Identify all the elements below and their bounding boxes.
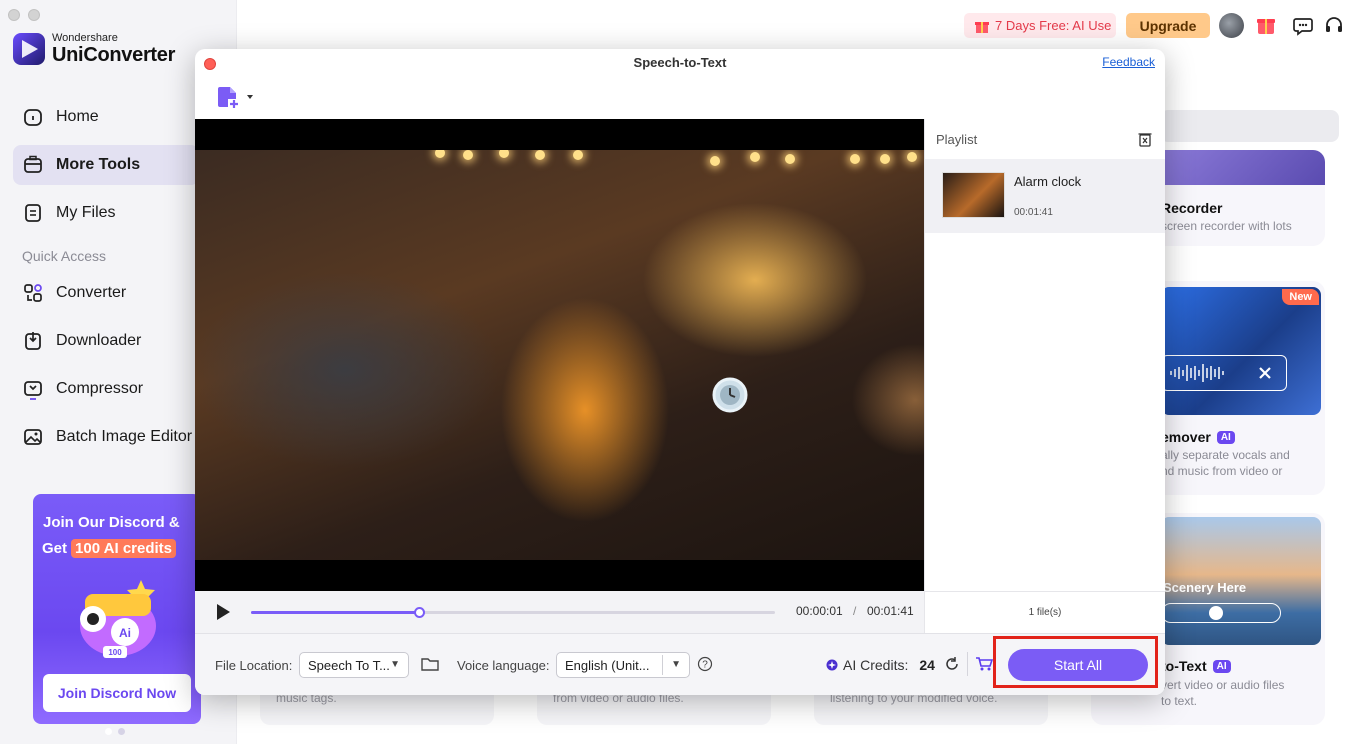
- discord-promo-banner[interactable]: Join Our Discord & Get 100 AI credits Ai…: [33, 494, 201, 724]
- promo-line2: Get 100 AI credits: [42, 539, 177, 558]
- gift-mascot-icon: Ai 100: [80, 580, 156, 658]
- svg-text:?: ?: [702, 660, 708, 671]
- new-badge: New: [1282, 289, 1319, 305]
- quick-access-label: Quick Access: [22, 248, 107, 264]
- toolbox-icon: [24, 155, 42, 173]
- sidebar-item-downloader[interactable]: Downloader: [13, 321, 199, 361]
- gift-icon: [975, 21, 989, 33]
- chevron-down-icon: ▼: [390, 659, 400, 670]
- seek-slider[interactable]: [251, 607, 775, 618]
- video-frame: [195, 150, 924, 560]
- ai-badge: AI: [1216, 430, 1235, 444]
- ai-credits-label: AI Credits:: [843, 657, 909, 673]
- folder-icon[interactable]: [421, 656, 439, 672]
- alarm-clock-icon: [712, 377, 748, 413]
- chevron-down-icon: [247, 95, 253, 99]
- join-discord-button[interactable]: Join Discord Now: [43, 674, 191, 712]
- file-icon: [25, 204, 41, 222]
- sidebar-item-label: My Files: [56, 204, 116, 221]
- promo-highlight: 100 AI credits: [71, 539, 177, 558]
- search-input[interactable]: [1160, 110, 1339, 142]
- home-icon: [24, 109, 42, 126]
- voice-language-select[interactable]: English (Unit... ▼: [556, 652, 690, 678]
- image-edit-icon: [24, 429, 42, 445]
- sidebar-item-home[interactable]: Home: [13, 97, 199, 137]
- waveform-icon: [1170, 364, 1224, 382]
- play-button[interactable]: [217, 604, 230, 620]
- compress-icon: [24, 381, 42, 400]
- svg-text:100: 100: [108, 648, 122, 657]
- video-thumbnail: [942, 172, 1005, 218]
- sidebar-item-compressor[interactable]: Compressor: [13, 369, 199, 409]
- window-controls: [8, 9, 40, 21]
- ai-credits-value: 24: [919, 657, 935, 673]
- download-icon: [25, 332, 41, 350]
- time-separator: /: [853, 604, 857, 618]
- speech-to-text-dialog: Speech-to-Text Feedback 00:00:01 / 00:01…: [195, 49, 1165, 695]
- headset-icon[interactable]: [1323, 14, 1345, 36]
- window-close-button[interactable]: [8, 9, 20, 21]
- app-logo: Wondershare UniConverter: [13, 32, 175, 66]
- sidebar-item-batch-image-editor[interactable]: Batch Image Editor: [13, 417, 199, 457]
- playlist-header: Playlist: [936, 132, 978, 147]
- video-preview[interactable]: [195, 119, 924, 591]
- converter-icon: [24, 284, 42, 302]
- file-location-select[interactable]: Speech To T... ▼: [299, 652, 409, 678]
- trash-icon[interactable]: [1137, 131, 1153, 147]
- ai-credits: AI Credits: 24: [826, 657, 935, 673]
- sidebar-item-label: Home: [56, 108, 99, 125]
- ai-credits-icon: [826, 659, 838, 671]
- chat-icon[interactable]: [1292, 14, 1314, 36]
- voice-language-label: Voice language:: [457, 658, 550, 673]
- sidebar-item-my-files[interactable]: My Files: [13, 193, 199, 233]
- seek-handle[interactable]: [413, 607, 425, 618]
- window-minimize-button[interactable]: [28, 9, 40, 21]
- refresh-icon[interactable]: [944, 656, 960, 672]
- trial-label: 7 Days Free: AI Use: [995, 18, 1112, 33]
- sidebar-item-label: Compressor: [56, 380, 144, 397]
- feedback-link[interactable]: Feedback: [1102, 55, 1155, 69]
- seek-progress: [251, 611, 419, 614]
- sidebar-item-more-tools[interactable]: More Tools: [13, 145, 199, 185]
- dialog-title: Speech-to-Text: [633, 55, 727, 70]
- promo-line1: Join Our Discord &: [43, 514, 180, 531]
- playlist-item-duration: 00:01:41: [1014, 207, 1053, 218]
- ai-badge: AI: [1212, 659, 1231, 673]
- uniconverter-logo-icon: [13, 33, 45, 65]
- file-count: 1 file(s): [925, 591, 1165, 633]
- close-icon: [1259, 367, 1271, 379]
- avatar[interactable]: [1219, 13, 1244, 38]
- playback-controls: 00:00:01 / 00:01:41: [195, 591, 924, 633]
- svg-text:Ai: Ai: [119, 626, 131, 640]
- sidebar-item-label: Batch Image Editor: [56, 428, 193, 445]
- free-trial-button[interactable]: 7 Days Free: AI Use: [964, 13, 1116, 38]
- brand-name: UniConverter: [52, 44, 176, 66]
- playlist-panel: Playlist Alarm clock 00:01:41 1 file(s): [924, 119, 1165, 633]
- playlist-item-name: Alarm clock: [1014, 174, 1082, 189]
- current-time: 00:00:01: [796, 604, 843, 618]
- highlight-box: [993, 636, 1158, 688]
- brand-small: Wondershare: [52, 32, 118, 44]
- file-location-label: File Location:: [215, 658, 293, 673]
- upgrade-button[interactable]: Upgrade: [1126, 13, 1210, 38]
- sidebar-item-label: More Tools: [56, 156, 141, 173]
- sidebar-item-label: Downloader: [56, 332, 142, 349]
- add-file-icon: [218, 87, 240, 109]
- gift-box-icon[interactable]: [1255, 14, 1277, 36]
- cart-icon[interactable]: [975, 656, 993, 672]
- add-file-button[interactable]: [215, 84, 255, 110]
- carousel-dots[interactable]: [105, 728, 125, 735]
- sidebar-item-converter[interactable]: Converter: [13, 273, 199, 313]
- sidebar-item-label: Converter: [56, 284, 127, 301]
- chevron-down-icon: ▼: [671, 659, 681, 670]
- total-time: 00:01:41: [867, 604, 914, 618]
- playlist-item[interactable]: Alarm clock 00:01:41: [925, 159, 1165, 233]
- help-icon[interactable]: ?: [697, 656, 713, 672]
